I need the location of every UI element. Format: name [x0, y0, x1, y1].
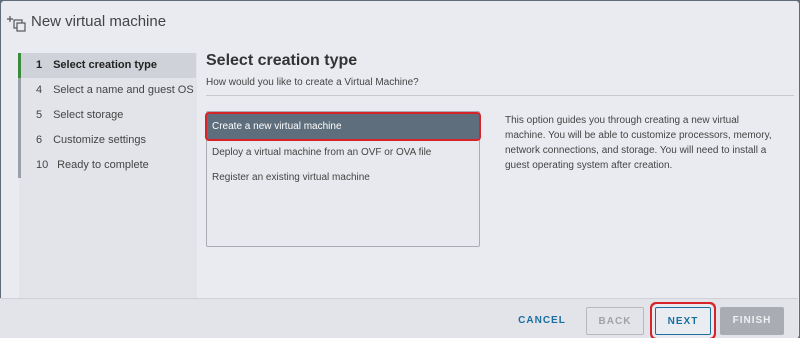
- back-button[interactable]: BACK: [586, 307, 644, 335]
- page-title: Select creation type: [206, 52, 358, 69]
- step-number: 4: [36, 84, 43, 96]
- step-label: Select a name and guest OS: [53, 84, 194, 96]
- option-register-existing-vm[interactable]: Register an existing virtual machine: [207, 165, 479, 190]
- option-deploy-ovf-ova[interactable]: Deploy a virtual machine from an OVF or …: [207, 140, 479, 165]
- dialog-title: New virtual machine: [31, 13, 167, 30]
- creation-type-list[interactable]: Create a new virtual machine Deploy a vi…: [206, 111, 480, 247]
- step-number: 10: [36, 159, 49, 171]
- step-label: Select creation type: [53, 59, 157, 71]
- step-select-storage[interactable]: 5 Select storage: [18, 103, 196, 128]
- page-subtitle: How would you like to create a Virtual M…: [206, 77, 419, 88]
- step-label: Customize settings: [53, 134, 146, 146]
- step-number: 6: [36, 134, 43, 146]
- step-ready-to-complete[interactable]: 10 Ready to complete: [18, 153, 196, 178]
- divider: [206, 95, 794, 96]
- option-description: This option guides you through creating …: [505, 115, 772, 171]
- step-label: Ready to complete: [57, 159, 149, 171]
- finish-button[interactable]: FINISH: [720, 307, 784, 335]
- cancel-button[interactable]: CANCEL: [507, 307, 577, 335]
- step-select-creation-type[interactable]: 1 Select creation type: [18, 53, 196, 78]
- step-label: Select storage: [53, 109, 124, 121]
- option-create-new-vm[interactable]: Create a new virtual machine: [207, 114, 479, 139]
- step-number: 1: [36, 59, 43, 71]
- title-bar: New virtual machine: [1, 1, 799, 43]
- next-button[interactable]: NEXT: [655, 307, 711, 335]
- new-vm-icon: [6, 13, 26, 33]
- step-number: 5: [36, 109, 43, 121]
- step-customize-settings[interactable]: 6 Customize settings: [18, 128, 196, 153]
- wizard-steps: 1 Select creation type 4 Select a name a…: [18, 53, 196, 178]
- step-name-and-guest-os[interactable]: 4 Select a name and guest OS: [18, 78, 196, 103]
